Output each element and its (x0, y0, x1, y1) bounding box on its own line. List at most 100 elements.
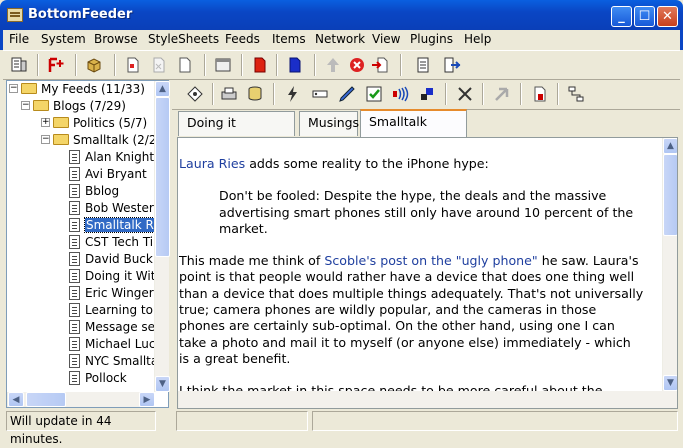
tag-icon[interactable] (311, 85, 329, 103)
collapse-icon[interactable]: − (21, 101, 30, 110)
scoble-post-link[interactable]: Scoble's post on the "ugly phone" (324, 253, 537, 268)
delete-icon[interactable] (456, 85, 474, 103)
toolbar-separator (241, 54, 243, 76)
minimize-button[interactable]: _ (611, 6, 632, 27)
tree-node-smalltalk[interactable]: − Smalltalk (2/22 (41, 132, 155, 149)
blue-page-icon[interactable] (286, 56, 304, 74)
network-icon[interactable] (567, 85, 585, 103)
new-item-icon[interactable] (124, 56, 142, 74)
tree-feed[interactable]: Learning to (69, 302, 155, 319)
tab-doing-it-withstyle[interactable]: Doing it WithStyle (178, 111, 295, 152)
item-toolbar (172, 80, 680, 110)
package-icon[interactable] (85, 56, 103, 74)
scroll-thumb[interactable] (26, 392, 66, 407)
menu-feeds[interactable]: Feeds (225, 32, 260, 46)
scroll-up-button[interactable]: ▲ (663, 138, 677, 154)
article-text-fragment: he saw. Laura's point is that people wou… (179, 253, 644, 366)
menu-items[interactable]: Items (272, 32, 306, 46)
scroll-down-button[interactable]: ▼ (155, 376, 170, 392)
tree-feed[interactable]: Eric Winger (69, 285, 155, 302)
add-feed-icon[interactable] (47, 56, 65, 74)
delete-item-icon[interactable] (150, 56, 168, 74)
feed-tree[interactable]: − My Feeds (11/33) − Blogs (7/29) + Politic… (6, 80, 170, 408)
article-paragraph: This made me think of Scoble's post on t… (179, 253, 644, 367)
tree-horizontal-scrollbar[interactable]: ◀ ▶ (7, 392, 155, 407)
printer-icon[interactable] (220, 85, 238, 103)
tree-label: Pollock (85, 371, 127, 385)
tree-feed[interactable]: Alan Knight - (69, 149, 155, 166)
navigate-icon[interactable] (186, 85, 204, 103)
collapse-icon[interactable]: − (41, 135, 50, 144)
tree-node-politics[interactable]: + Politics (5/7) (41, 115, 147, 132)
tree-feed[interactable]: CST Tech Ti (69, 234, 155, 251)
tree-feed[interactable]: Michael Luc (69, 336, 155, 353)
checkbox-icon[interactable] (365, 85, 383, 103)
tree-feed[interactable]: Avi Bryant (69, 166, 155, 183)
logout-icon[interactable] (443, 56, 461, 74)
feed-properties-icon[interactable] (10, 56, 28, 74)
title-bar[interactable]: BottomFeeder _ ☐ ✕ (0, 0, 683, 30)
status-cell-empty (312, 411, 678, 431)
window-icon[interactable] (214, 56, 232, 74)
menu-browse[interactable]: Browse (94, 32, 138, 46)
menu-network[interactable]: Network (315, 32, 365, 46)
blank-page-icon[interactable] (176, 56, 194, 74)
menu-system[interactable]: System (41, 32, 86, 46)
stop-icon[interactable] (348, 56, 366, 74)
toolbar-separator (276, 54, 278, 76)
tree-feed[interactable]: Message se (69, 319, 155, 336)
broadcast-icon[interactable] (391, 85, 409, 103)
folder-icon (21, 83, 37, 94)
collapse-icon[interactable]: − (9, 84, 18, 93)
scroll-up-button[interactable]: ▲ (155, 81, 170, 97)
close-button[interactable]: ✕ (657, 6, 678, 27)
scroll-right-button[interactable]: ▶ (139, 392, 155, 407)
tree-label: Bob Westerg (85, 201, 155, 215)
menu-help[interactable]: Help (464, 32, 491, 46)
laura-ries-link[interactable]: Laura Ries (179, 156, 245, 171)
expand-icon[interactable]: + (41, 118, 50, 127)
article-text-fragment: This made me think of (179, 253, 325, 269)
pen-icon[interactable] (338, 85, 356, 103)
tree-feed[interactable]: Bob Westerg (69, 200, 155, 217)
status-bar: Will update in 44 minutes. (3, 409, 680, 446)
tree-feed[interactable]: David Buck - (69, 251, 155, 268)
content-vertical-scrollbar[interactable]: ▲ ▼ (662, 138, 677, 391)
scroll-left-button[interactable]: ◀ (8, 392, 24, 407)
app-icon (7, 8, 23, 22)
scroll-down-button[interactable]: ▼ (663, 375, 677, 391)
download-icon[interactable] (415, 56, 433, 74)
tree-vertical-scrollbar[interactable]: ▲ ▼ (154, 81, 170, 392)
scroll-thumb[interactable] (663, 154, 677, 236)
maximize-button[interactable]: ☐ (634, 6, 655, 27)
red-page-icon[interactable] (251, 56, 269, 74)
tree-node-blogs[interactable]: − Blogs (7/29) (21, 98, 126, 115)
menu-plugins[interactable]: Plugins (410, 32, 453, 46)
toolbar-separator (445, 83, 447, 105)
tree-feed[interactable]: Bblog (69, 183, 155, 200)
content-horizontal-scrollbar[interactable] (178, 391, 677, 408)
up-arrow-icon[interactable] (324, 56, 342, 74)
tree-feed[interactable]: Pollock (69, 370, 155, 387)
tab-smalltalk-rants[interactable]: Smalltalk Rants (360, 109, 467, 151)
toolbar-separator (204, 54, 206, 76)
toolbar-separator (212, 83, 214, 105)
tree-root[interactable]: − My Feeds (11/33) (9, 81, 145, 98)
export-icon[interactable] (371, 56, 389, 74)
menu-stylesheets[interactable]: StyleSheets (148, 32, 219, 46)
menu-view[interactable]: View (372, 32, 400, 46)
blocks-icon[interactable] (418, 85, 436, 103)
folder-icon (33, 100, 49, 111)
tree-feed[interactable]: NYC Smallta (69, 353, 155, 370)
disabled-arrow-icon[interactable] (493, 85, 511, 103)
database-icon[interactable] (246, 85, 264, 103)
scroll-thumb[interactable] (155, 97, 170, 257)
tree-feed[interactable]: Doing it With (69, 268, 155, 285)
feed-page-icon (69, 217, 80, 232)
bookmark-page-icon[interactable] (531, 85, 549, 103)
tree-label: Bblog (85, 184, 120, 198)
lightning-icon[interactable] (284, 85, 302, 103)
tree-feed-selected[interactable]: Smalltalk Ra (69, 217, 155, 234)
tab-musings[interactable]: Musings (299, 111, 359, 136)
menu-file[interactable]: File (9, 32, 29, 46)
